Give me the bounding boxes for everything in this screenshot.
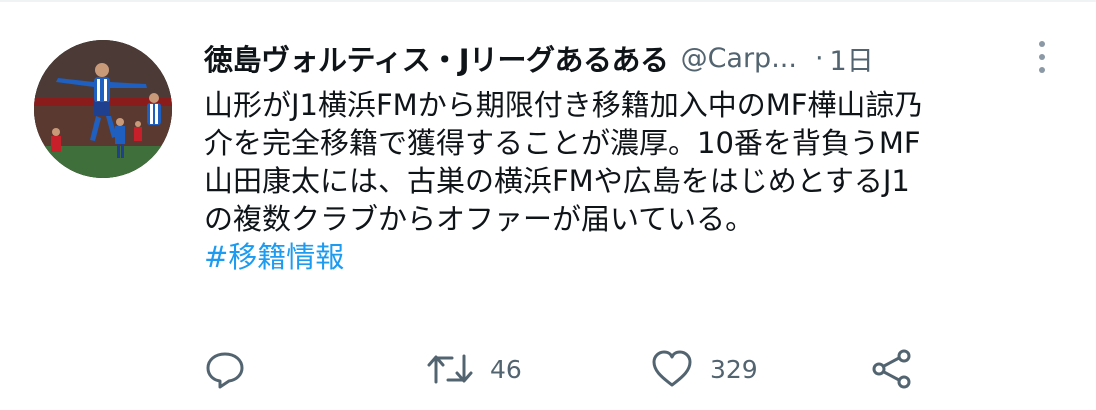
timestamp[interactable]: 1日 xyxy=(830,39,874,78)
tweet-text-line: の複数クラブからオファーが届いている。 xyxy=(204,202,755,236)
reply-icon xyxy=(204,348,246,390)
avatar[interactable] xyxy=(34,40,172,178)
heart-icon xyxy=(650,348,694,390)
share-button[interactable] xyxy=(870,345,914,393)
like-count: 329 xyxy=(710,354,758,384)
like-button[interactable]: 329 xyxy=(650,345,758,393)
retweet-button[interactable]: 46 xyxy=(426,345,522,393)
retweet-icon xyxy=(426,348,474,390)
more-options-icon[interactable] xyxy=(1030,38,1054,78)
tweet-text-line: 山形がJ1横浜FMから期限付き移籍加入中のMF樺山諒乃 xyxy=(204,88,924,122)
tweet-text-line: 介を完全移籍で獲得することが濃厚。10番を背負うMF xyxy=(204,126,921,160)
action-bar: 46 329 xyxy=(204,345,1024,393)
top-divider xyxy=(0,0,1096,2)
tweet-text-line: 山田康太には、古巣の横浜FMや広島をはじめとするJ1 xyxy=(204,164,910,198)
tweet-text: 山形がJ1横浜FMから期限付き移籍加入中のMF樺山諒乃 介を完全移籍で獲得するこ… xyxy=(204,86,1074,276)
display-name[interactable]: 徳島ヴォルティス・Jリーグあるある xyxy=(204,37,669,79)
hashtag-link[interactable]: #移籍情報 xyxy=(204,238,1074,276)
user-handle[interactable]: @Carp... xyxy=(681,43,797,74)
retweet-count: 46 xyxy=(490,354,522,384)
separator-dot: · xyxy=(814,42,824,74)
reply-button[interactable] xyxy=(204,345,246,393)
share-icon xyxy=(870,348,914,390)
tweet-header: 徳島ヴォルティス・Jリーグあるある @Carp... · 1日 xyxy=(204,34,1070,82)
